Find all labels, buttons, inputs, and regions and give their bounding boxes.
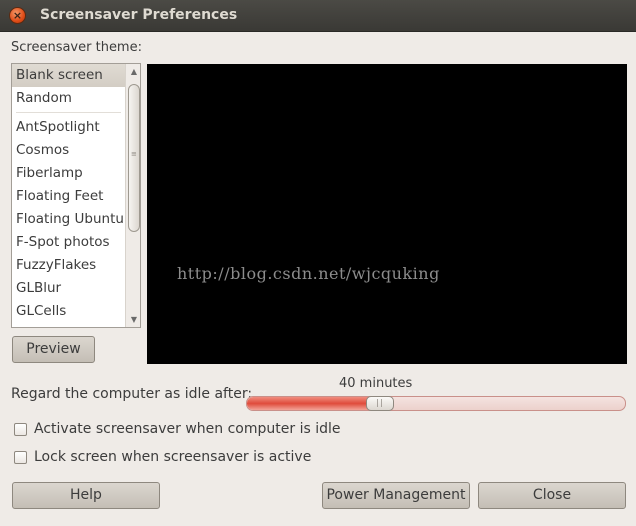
window-title: Screensaver Preferences [40, 7, 238, 23]
title-bar: × Screensaver Preferences [0, 0, 636, 32]
lock-screen-option[interactable]: Lock screen when screensaver is active [14, 448, 311, 466]
grip-icon: ≡ [131, 150, 137, 158]
theme-list-scrollbar[interactable]: ▲ ≡ ▼ [125, 64, 140, 327]
scroll-thumb[interactable]: ≡ [128, 84, 140, 232]
theme-list-item[interactable]: AntSpotlight [12, 116, 125, 139]
theme-list-item[interactable]: Floating Ubuntu [12, 208, 125, 231]
help-button[interactable]: Help [12, 482, 160, 509]
scroll-up-arrow-icon[interactable]: ▲ [126, 67, 140, 76]
theme-list[interactable]: Blank screen Random AntSpotlight Cosmos Fibe… [11, 63, 141, 328]
preview-area: http://blog.csdn.net/wjcquking [147, 64, 627, 364]
lock-checkbox[interactable] [14, 450, 27, 464]
theme-list-item[interactable]: Fiberlamp [12, 162, 125, 185]
activate-label: Activate screensaver when computer is id… [34, 421, 341, 437]
close-icon[interactable]: × [9, 7, 26, 24]
idle-slider-thumb[interactable]: || [366, 396, 394, 411]
theme-list-item[interactable]: Cosmos [12, 139, 125, 162]
idle-slider-fill [247, 397, 380, 410]
theme-list-item[interactable]: F-Spot photos [12, 231, 125, 254]
theme-list-items: Blank screen Random AntSpotlight Cosmos Fibe… [12, 64, 125, 323]
scroll-down-arrow-icon[interactable]: ▼ [126, 315, 140, 324]
idle-slider[interactable]: || [246, 396, 626, 411]
theme-list-item[interactable]: Blank screen [12, 64, 125, 87]
activate-screensaver-option[interactable]: Activate screensaver when computer is id… [14, 420, 340, 438]
close-button[interactable]: Close [478, 482, 626, 509]
activate-checkbox[interactable] [14, 422, 27, 436]
theme-list-item[interactable]: GLCells [12, 300, 125, 323]
theme-list-item[interactable]: FuzzyFlakes [12, 254, 125, 277]
idle-label: Regard the computer as idle after: [11, 386, 253, 402]
theme-label: Screensaver theme: [11, 40, 142, 55]
watermark-text: http://blog.csdn.net/wjcquking [177, 264, 440, 283]
theme-list-item[interactable]: GLBlur [12, 277, 125, 300]
idle-value: 40 minutes [339, 376, 413, 391]
lock-label: Lock screen when screensaver is active [34, 449, 312, 465]
preview-button[interactable]: Preview [12, 336, 95, 363]
power-management-button[interactable]: Power Management [322, 482, 470, 509]
theme-list-item[interactable]: Random [12, 87, 125, 110]
theme-list-item[interactable]: Floating Feet [12, 185, 125, 208]
